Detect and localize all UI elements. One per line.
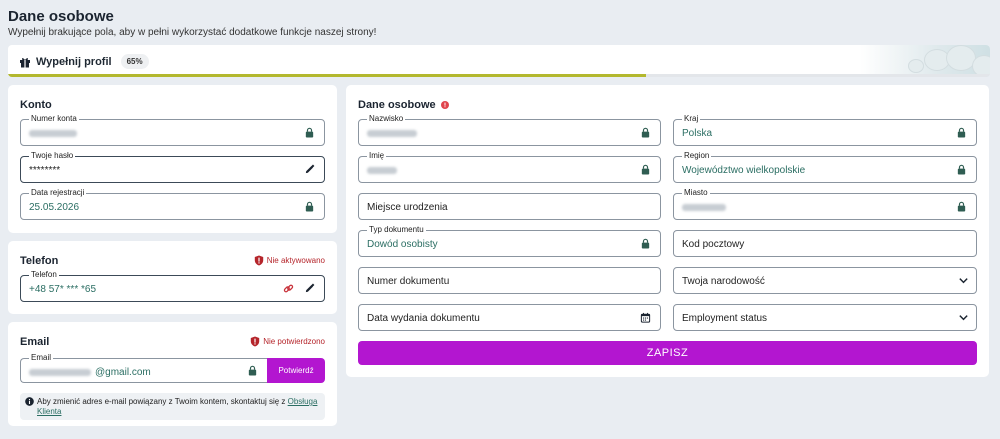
personal-data-title-group: Dane osobowe — [358, 99, 449, 111]
progress-bar-fill — [8, 74, 647, 77]
issue-date-placeholder: Data wydania dokumentu — [367, 313, 480, 324]
lock-icon — [641, 164, 650, 175]
save-button[interactable]: ZAPISZ — [358, 341, 977, 365]
email-card-title: Email — [20, 336, 50, 348]
employment-status-select[interactable]: Employment status — [673, 304, 977, 331]
birthplace-placeholder: Miejsce urodzenia — [367, 202, 448, 213]
progress-label-group: Wypełnij profil 65% — [19, 54, 149, 69]
confirm-email-button[interactable]: Potwierdź — [267, 358, 325, 383]
email-value: @gmail.com — [29, 367, 151, 378]
first-name-label: Imię — [367, 151, 387, 161]
progress-bar — [8, 74, 990, 77]
issue-date-field[interactable]: Data wydania dokumentu — [358, 304, 661, 331]
phone-card-title: Telefon — [20, 255, 59, 267]
surname-value — [367, 128, 417, 139]
phone-value: +48 57* *** *65 — [29, 284, 97, 295]
email-status: Nie potwierdzono — [250, 336, 325, 347]
gift-icon — [20, 57, 30, 67]
lock-icon — [957, 201, 966, 212]
lock-icon — [641, 238, 650, 249]
document-type-label: Typ dokumentu — [367, 225, 426, 235]
alert-circle-icon — [440, 101, 449, 109]
lock-icon — [305, 201, 314, 212]
country-value: Polska — [682, 128, 713, 139]
country-label: Kraj — [682, 114, 701, 124]
progress-title: Wypełnij profil — [36, 55, 112, 68]
shield-alert-icon — [254, 255, 263, 266]
document-type-field: Typ dokumentu Dowód osobisty — [358, 225, 661, 257]
password-value: ******** — [29, 165, 61, 176]
document-type-value: Dowód osobisty — [367, 239, 438, 250]
profile-progress-card: Wypełnij profil 65% — [8, 45, 990, 77]
calendar-icon[interactable] — [640, 312, 651, 323]
registration-date-value: 25.05.2026 — [29, 202, 80, 213]
registration-date-field: Data rejestracji 25.05.2026 — [20, 188, 325, 220]
postal-code-field[interactable]: Kod pocztowy — [673, 230, 977, 257]
phone-field[interactable]: Telefon +48 57* *** *65 — [20, 270, 325, 302]
email-status-text: Nie potwierdzono — [263, 337, 325, 346]
chevron-down-icon — [959, 315, 968, 321]
email-label: Email — [29, 353, 54, 363]
account-number-value — [29, 128, 77, 139]
progress-percent-badge: 65% — [120, 54, 149, 69]
document-number-placeholder: Numer dokumentu — [367, 276, 450, 287]
email-domain: @gmail.com — [95, 367, 151, 378]
account-number-label: Numer konta — [29, 114, 79, 124]
account-number-field: Numer konta — [20, 114, 325, 146]
lock-icon — [248, 365, 257, 376]
page-subtitle: Wypełnij brakujące pola, aby w pełni wyk… — [8, 27, 377, 38]
pencil-icon[interactable] — [304, 283, 315, 294]
pencil-icon[interactable] — [304, 164, 315, 175]
city-label: Miasto — [682, 188, 710, 198]
employment-status-placeholder: Employment status — [682, 313, 768, 324]
shield-alert-icon — [250, 336, 260, 347]
personal-data-title: Dane osobowe — [358, 99, 436, 111]
surname-label: Nazwisko — [367, 114, 406, 124]
password-field[interactable]: Twoje hasło ******** — [20, 151, 325, 183]
password-label: Twoje hasło — [29, 151, 76, 161]
link-icon[interactable] — [283, 283, 294, 294]
email-info-text: Aby zmienić adres e-mail powiązany z Two… — [37, 397, 322, 417]
registration-date-label: Data rejestracji — [29, 188, 87, 198]
phone-status-text: Nie aktywowano — [266, 256, 325, 265]
lock-icon — [641, 127, 650, 138]
document-number-field[interactable]: Numer dokumentu — [358, 267, 661, 294]
account-card-title: Konto — [20, 99, 52, 111]
city-value — [682, 202, 726, 213]
region-field: Region Województwo wielkopolskie — [673, 151, 977, 183]
chevron-down-icon — [959, 278, 968, 284]
city-field: Miasto — [673, 188, 977, 220]
lock-icon — [957, 164, 966, 175]
progress-decoration — [860, 45, 990, 77]
phone-label: Telefon — [29, 270, 59, 280]
email-info-message: Aby zmienić adres e-mail powiązany z Two… — [37, 397, 288, 406]
lock-icon — [305, 127, 314, 138]
region-label: Region — [682, 151, 712, 161]
email-info-box: Aby zmienić adres e-mail powiązany z Two… — [20, 393, 325, 420]
postal-code-placeholder: Kod pocztowy — [682, 239, 745, 250]
birthplace-field[interactable]: Miejsce urodzenia — [358, 193, 661, 220]
info-icon — [25, 397, 34, 406]
country-field: Kraj Polska — [673, 114, 977, 146]
nationality-select[interactable]: Twoja narodowość — [673, 267, 977, 294]
email-field: Email @gmail.com — [20, 353, 267, 383]
lock-icon — [957, 127, 966, 138]
page-title: Dane osobowe — [8, 8, 114, 25]
nationality-placeholder: Twoja narodowość — [682, 276, 765, 287]
first-name-field: Imię — [358, 151, 661, 183]
region-value: Województwo wielkopolskie — [682, 165, 806, 176]
surname-field: Nazwisko — [358, 114, 661, 146]
first-name-value — [367, 165, 397, 176]
phone-status: Nie aktywowano — [254, 255, 325, 266]
